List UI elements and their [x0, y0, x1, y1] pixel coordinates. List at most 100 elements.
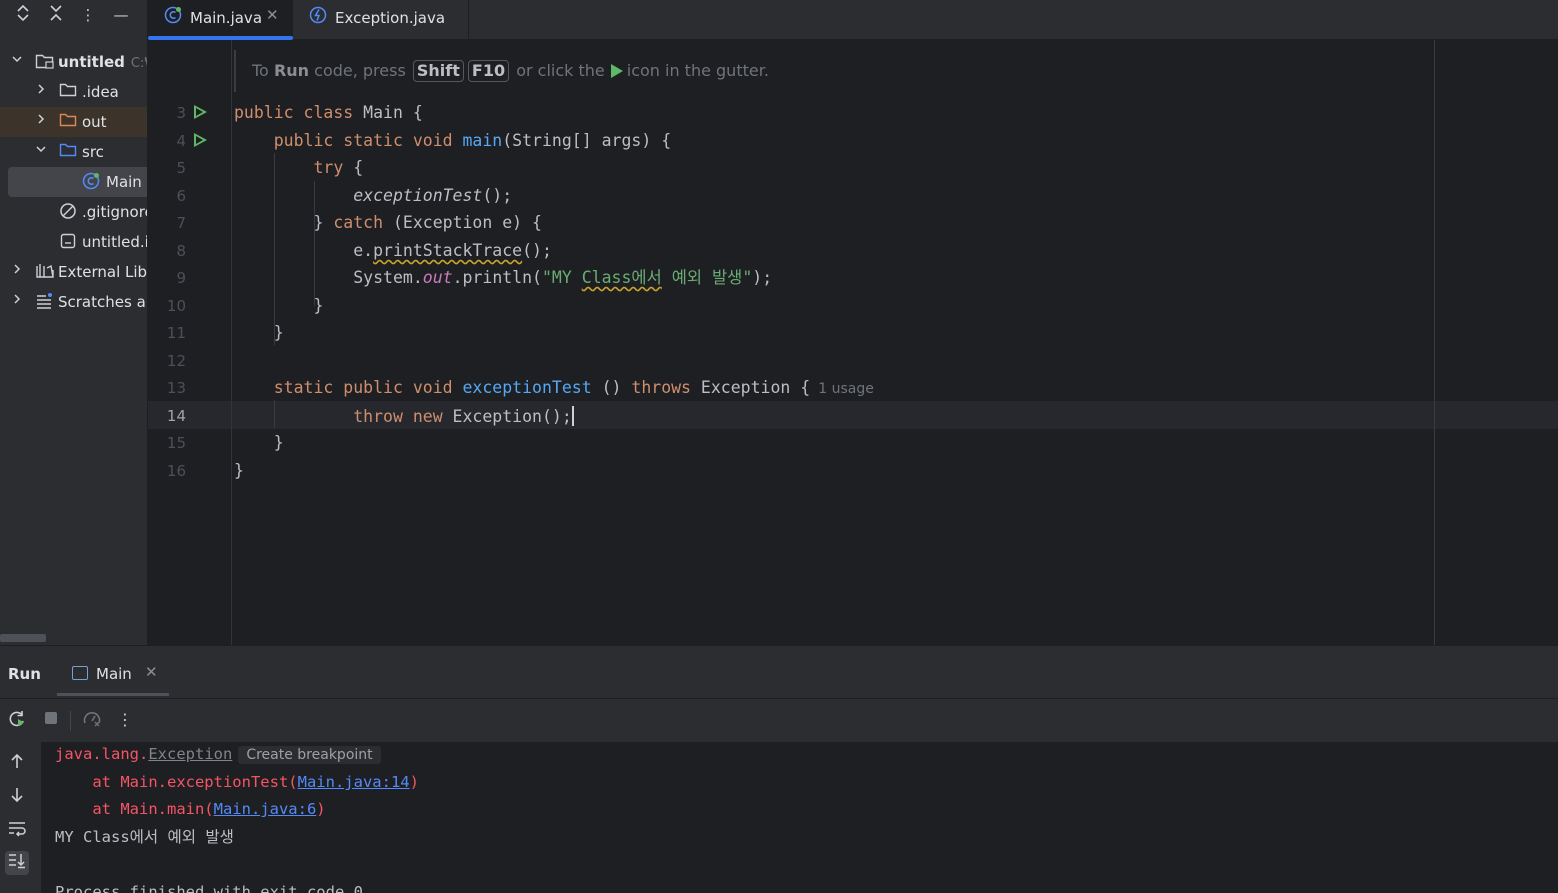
tab-label: Main.java — [190, 9, 263, 27]
hint-key-shift: Shift — [412, 60, 464, 82]
code-line-11: } — [273, 323, 284, 342]
tree-item-label: untitled.ir — [82, 233, 147, 251]
rerun-icon[interactable] — [6, 709, 28, 731]
arrow-down-icon[interactable] — [5, 786, 29, 810]
scratches-icon — [35, 292, 53, 310]
line-number: 3 — [176, 104, 186, 122]
code-line-9: System.out.println("MY Class에서 예외 발생"); — [353, 268, 773, 287]
run-window-title: Run — [8, 665, 41, 683]
code-line-15: } — [273, 433, 284, 452]
run-main-gutter-icon[interactable] — [194, 133, 207, 147]
stop-icon[interactable] — [40, 709, 62, 731]
chevron-down-icon[interactable] — [10, 53, 24, 69]
code-line-14: throw new Exception(); — [353, 406, 574, 426]
run-tool-window: Run Main ✕ ⋮ java.lang.Exception Create … — [0, 645, 1558, 893]
line-number: 8 — [176, 242, 186, 260]
expand-all-icon[interactable] — [12, 4, 34, 26]
close-icon[interactable]: ✕ — [145, 663, 158, 681]
soft-wrap-icon[interactable] — [5, 819, 29, 843]
code-editor[interactable]: To Run code, press Shift F10 or click the… — [148, 40, 1558, 645]
run-icon — [610, 64, 623, 78]
line-number: 13 — [166, 379, 186, 397]
inlay-hint-bar — [234, 50, 236, 92]
console-output[interactable]: java.lang.Exception Create breakpoint at … — [41, 742, 1558, 893]
tab-main-java[interactable]: Main.java ✕ — [148, 0, 293, 40]
exception-class-icon — [309, 6, 327, 24]
tree-item-scratches[interactable]: Scratches and — [0, 287, 147, 317]
chevron-down-icon[interactable] — [34, 143, 48, 159]
tree-item-iml[interactable]: untitled.ir — [0, 227, 147, 257]
hint-prefix: To — [252, 61, 269, 80]
tree-item-label: .gitignore — [82, 203, 147, 221]
gitignore-icon — [59, 202, 77, 220]
folder-src-icon — [59, 142, 77, 160]
create-breakpoint-button[interactable]: Create breakpoint — [238, 746, 381, 764]
close-icon[interactable]: ✕ — [266, 6, 279, 24]
project-root-label: untitled — [58, 53, 125, 71]
chevron-right-icon[interactable] — [10, 293, 24, 309]
line-number: 5 — [176, 159, 186, 177]
hint-after-keys: or click the — [516, 61, 605, 80]
tree-item-main[interactable]: Main — [8, 167, 147, 197]
code-line-16: } — [234, 461, 244, 480]
coverage-gauge-icon[interactable] — [81, 709, 103, 731]
java-class-icon — [164, 6, 182, 24]
console-line-stack-2: at Main.main(Main.java:6) — [55, 800, 326, 818]
collapse-all-icon[interactable] — [45, 4, 67, 26]
stack-link-main-14[interactable]: Main.java:14 — [298, 773, 410, 791]
console-icon — [72, 666, 88, 680]
library-icon — [35, 262, 54, 280]
hint-middle: code, press — [314, 61, 406, 80]
tree-item-label: out — [82, 113, 107, 131]
exception-class-link[interactable]: Exception — [148, 745, 232, 763]
run-inlay-hint: To Run code, press Shift F10 or click the… — [252, 60, 769, 82]
active-tab-indicator — [57, 693, 169, 696]
folder-orange-icon — [59, 112, 77, 130]
tree-item-gitignore[interactable]: .gitignore — [0, 197, 147, 227]
line-number: 4 — [176, 132, 186, 150]
usage-hint[interactable]: 1 usage — [818, 381, 874, 397]
tree-item-label: Scratches and — [58, 293, 147, 311]
sidebar-horizontal-scrollbar[interactable] — [0, 634, 46, 642]
tab-exception-java[interactable]: Exception.java — [293, 0, 469, 39]
stack-link-main-6[interactable]: Main.java:6 — [214, 800, 317, 818]
hide-minimize-icon[interactable]: — — [110, 4, 132, 26]
line-number: 12 — [166, 352, 186, 370]
code-line-8: e.printStackTrace(); — [353, 241, 552, 260]
tree-item-src[interactable]: src — [0, 137, 147, 167]
tree-item-idea[interactable]: .idea — [0, 77, 147, 107]
chevron-right-icon[interactable] — [34, 83, 48, 99]
scroll-to-end-icon[interactable] — [5, 851, 29, 875]
console-side-toolbar — [0, 742, 40, 893]
run-class-gutter-icon[interactable] — [194, 105, 207, 119]
run-tab-label: Main — [96, 665, 132, 683]
hint-suffix: icon in the gutter. — [626, 61, 769, 80]
tree-item-label: Main — [106, 173, 142, 191]
chevron-right-icon[interactable] — [10, 263, 24, 279]
tree-item-out[interactable]: out — [0, 107, 147, 137]
right-margin-guide — [1434, 40, 1435, 645]
console-line-exception: java.lang.Exception Create breakpoint — [55, 744, 381, 765]
arrow-up-icon[interactable] — [5, 752, 29, 776]
code-line-3: public class Main { — [234, 103, 423, 122]
hint-run-word: Run — [273, 61, 310, 80]
line-number: 7 — [176, 214, 186, 232]
options-menu-icon[interactable]: ⋮ — [77, 4, 99, 26]
tree-item-label: External Libra — [58, 263, 147, 281]
line-number-current: 14 — [166, 407, 186, 425]
chevron-right-icon[interactable] — [34, 113, 48, 129]
project-toolbar: ⋮ — — [0, 0, 147, 40]
tree-item-root[interactable]: untitled C:₩ — [0, 47, 147, 77]
line-number: 6 — [176, 187, 186, 205]
line-number: 9 — [176, 269, 186, 287]
project-tool-window: ⋮ — untitled C:₩ .idea out — [0, 0, 147, 645]
project-folder-icon — [35, 52, 54, 70]
project-root-path: C:₩ — [130, 56, 147, 71]
tree-item-external-libraries[interactable]: External Libra — [0, 257, 147, 287]
console-line-output: MY Class에서 예외 발생 — [55, 828, 234, 846]
code-line-7: } catch (Exception e) { — [313, 213, 542, 232]
run-toolbar: ⋮ — [0, 698, 1558, 743]
run-tab-main[interactable]: Main ✕ — [57, 646, 169, 696]
more-options-icon[interactable]: ⋮ — [114, 709, 136, 731]
toolbar-separator — [70, 711, 71, 731]
